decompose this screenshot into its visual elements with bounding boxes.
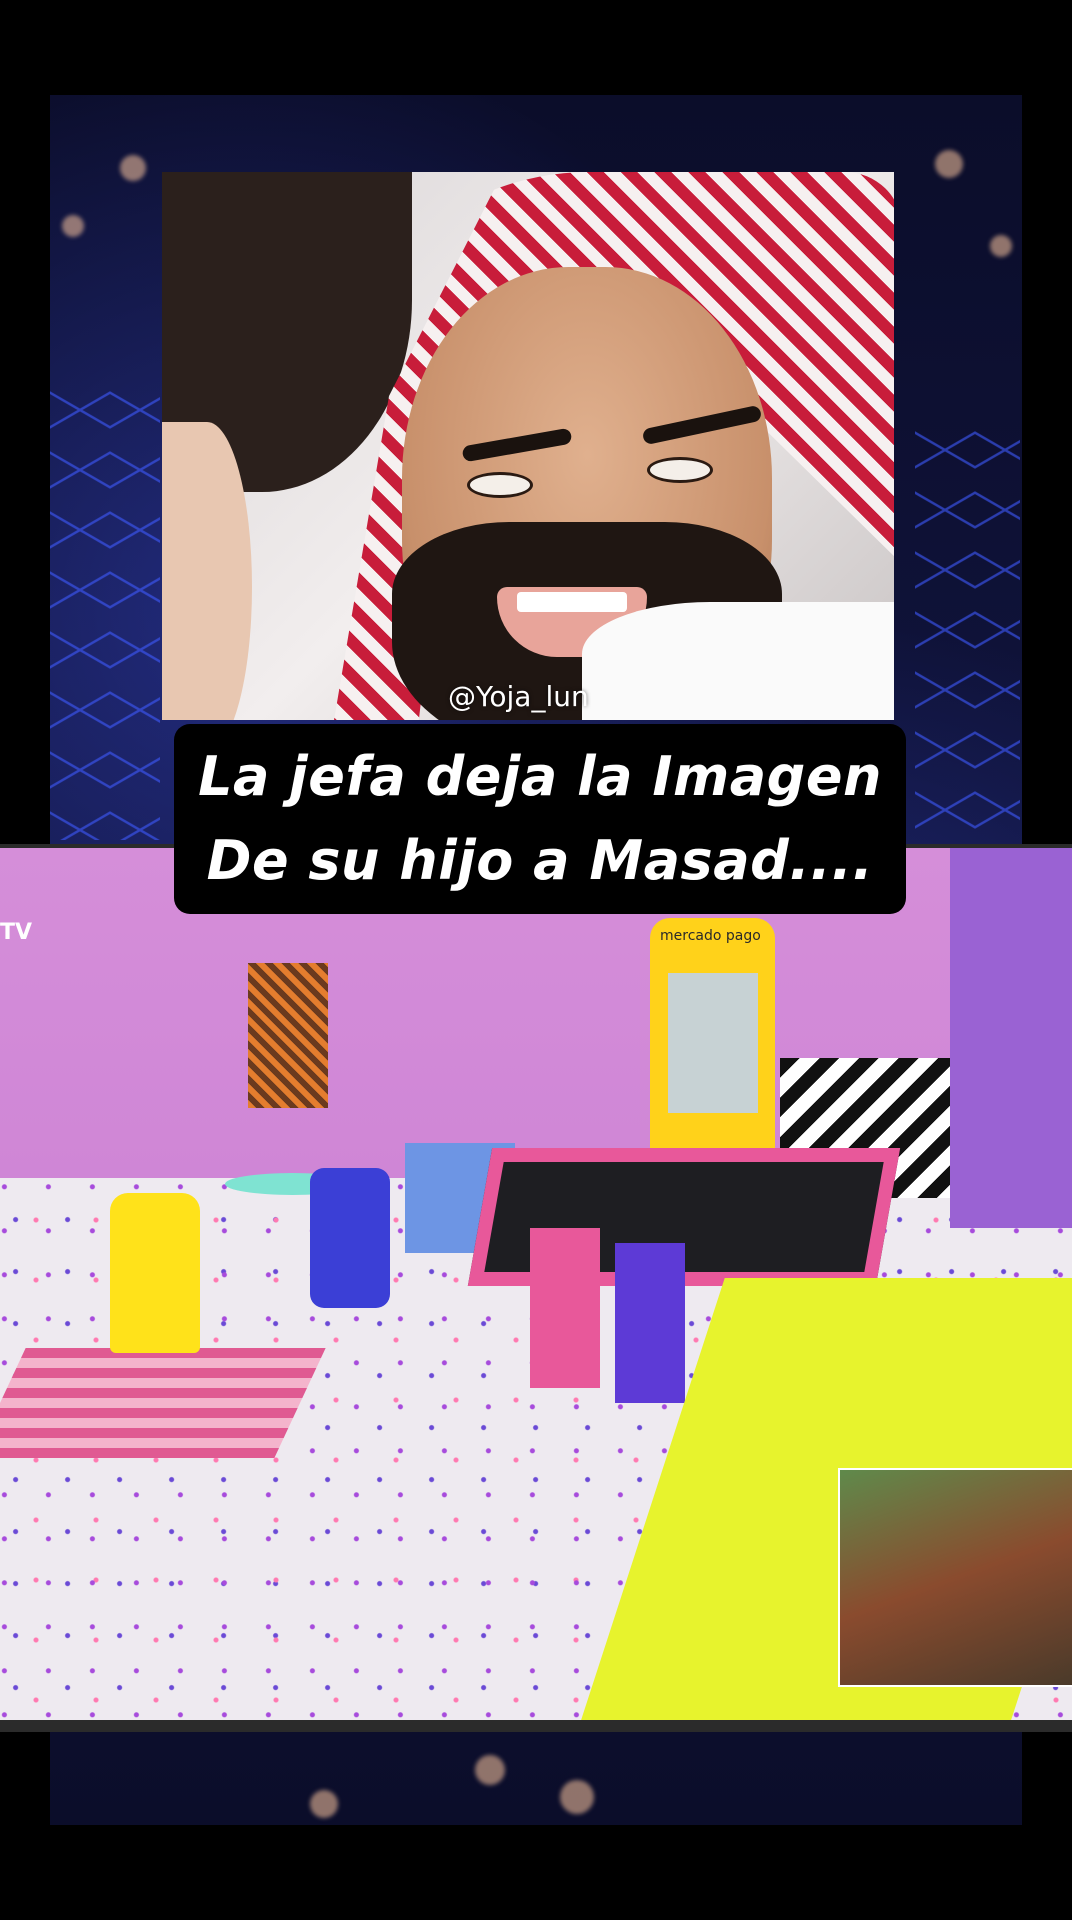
atm-brand-label: mercado pago — [660, 928, 761, 944]
bokeh-light — [120, 155, 146, 181]
wall-art-frame — [248, 963, 328, 1108]
bokeh-light — [475, 1755, 505, 1785]
bokeh-light — [560, 1780, 594, 1814]
background-grid-left — [50, 380, 160, 840]
pool-table-leg — [530, 1228, 600, 1388]
bokeh-light — [62, 215, 84, 237]
top-video-frame — [162, 172, 894, 720]
caption-box: La jefa deja la Imagen De su hijo a Masa… — [174, 724, 906, 914]
left-eye — [467, 472, 533, 498]
yellow-chair — [110, 1193, 200, 1353]
watermark-handle: @Yoja_lun — [448, 680, 589, 713]
tv-logo-label: TV — [0, 920, 33, 945]
bokeh-light — [990, 235, 1012, 257]
frame-divider-bottom — [0, 1720, 1072, 1732]
caption-line-1: La jefa deja la Imagen — [198, 745, 882, 808]
white-thobe-collar — [582, 602, 894, 720]
pool-table-leg — [615, 1243, 685, 1403]
background-grid-right — [915, 420, 1020, 880]
teeth — [517, 592, 627, 612]
picture-in-picture-frame — [838, 1468, 1072, 1687]
purple-wall-right — [950, 848, 1072, 1228]
bokeh-light — [310, 1790, 338, 1818]
blue-chair — [310, 1168, 390, 1308]
caption-line-2: De su hijo a Masad.... — [206, 829, 874, 892]
right-eye — [647, 457, 713, 483]
atm-screen — [668, 973, 758, 1113]
striped-rug — [0, 1348, 326, 1458]
bokeh-light — [935, 150, 963, 178]
